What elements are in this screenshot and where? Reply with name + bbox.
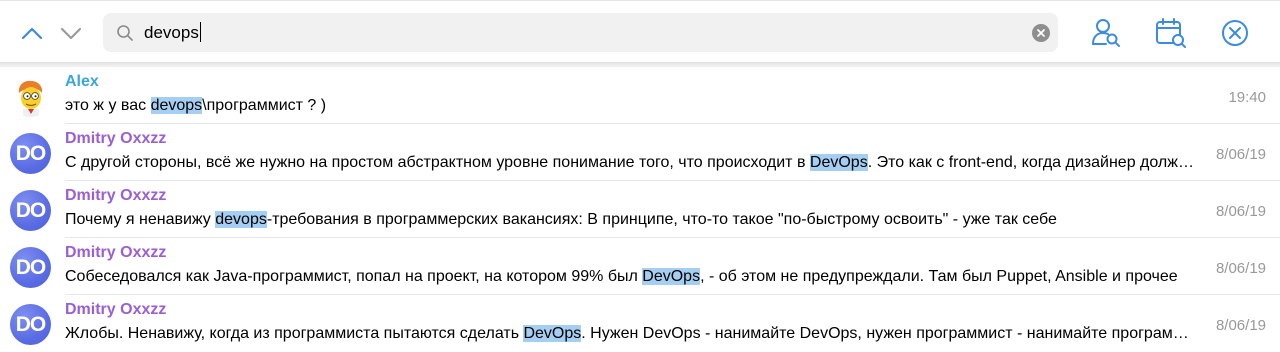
clear-icon <box>1037 29 1045 37</box>
avatar: DO <box>10 190 51 231</box>
search-by-date-button[interactable] <box>1153 15 1189 51</box>
search-toolbar: devops <box>0 0 1280 63</box>
close-icon <box>1222 20 1248 46</box>
close-search-button[interactable] <box>1217 15 1253 51</box>
message-date: 8/06/19 <box>1215 203 1266 220</box>
message-date: 8/06/19 <box>1215 317 1266 334</box>
snippet-text: . Это как с front-end, когда дизайнер до… <box>867 154 1198 171</box>
message-date: 8/06/19 <box>1215 146 1266 163</box>
search-result-row[interactable]: DO Dmitry Oxxzz Жлобы. Ненавижу, когда и… <box>0 295 1280 352</box>
sender-name: Dmitry Oxxzz <box>65 244 167 261</box>
avatar: DO <box>10 304 51 345</box>
chevron-up-icon <box>21 27 43 40</box>
search-match-highlight: DevOps <box>642 268 701 285</box>
search-by-user-icon <box>1092 19 1120 47</box>
message-snippet: Жлобы. Ненавижу, когда из программиста п… <box>65 323 1198 345</box>
chevron-down-icon <box>60 27 82 40</box>
snippet-text: Почему я ненавижу <box>65 211 216 228</box>
search-by-date-icon <box>1156 18 1186 48</box>
message-snippet: С другой стороны, всё же нужно на просто… <box>65 152 1198 174</box>
snippet-text: , - об этом не предупреждали. Там был Pu… <box>700 268 1178 285</box>
search-result-row[interactable]: DO Dmitry Oxxzz С другой стороны, всё же… <box>0 124 1280 181</box>
search-query-text[interactable]: devops <box>144 22 201 44</box>
sender-name: Dmitry Oxxzz <box>65 187 167 204</box>
avatar <box>10 76 51 117</box>
search-match-highlight: devops <box>150 97 203 114</box>
text-caret <box>199 22 201 42</box>
sender-name: Dmitry Oxxzz <box>65 130 167 147</box>
snippet-text: это ж у вас <box>65 97 151 114</box>
search-input[interactable]: devops <box>103 13 1058 52</box>
sender-name: Dmitry Oxxzz <box>65 301 167 318</box>
cartoon-avatar-icon <box>10 76 51 117</box>
search-result-row[interactable]: Alex это ж у вас devops\программист ? ) … <box>0 67 1280 124</box>
search-icon <box>117 25 133 41</box>
message-snippet: Почему я ненавижу devops-требования в пр… <box>65 209 1198 231</box>
message-snippet: это ж у вас devops\программист ? ) <box>65 95 1198 117</box>
message-time: 19:40 <box>1228 89 1266 106</box>
search-match-highlight: DevOps <box>523 325 582 342</box>
message-snippet: Собеседовался как Java-программист, попа… <box>65 266 1198 288</box>
search-match-highlight: devops <box>215 211 267 228</box>
avatar: DO <box>10 133 51 174</box>
clear-search-button[interactable] <box>1032 24 1050 42</box>
snippet-text: \программист ? ) <box>202 97 327 114</box>
search-result-row[interactable]: DO Dmitry Oxxzz Собеседовался как Java-п… <box>0 238 1280 295</box>
search-from-user-button[interactable] <box>1088 15 1124 51</box>
snippet-text: Собеседовался как Java-программист, попа… <box>65 268 643 285</box>
search-match-highlight: DevOps <box>809 154 868 171</box>
next-result-button[interactable] <box>58 21 84 45</box>
snippet-text: Жлобы. Ненавижу, когда из программиста п… <box>65 325 524 342</box>
previous-result-button[interactable] <box>19 21 45 45</box>
snippet-text: -требования в программерских вакансиях: … <box>266 211 1057 228</box>
message-date: 8/06/19 <box>1215 260 1266 277</box>
snippet-text: С другой стороны, всё же нужно на просто… <box>65 154 810 171</box>
snippet-text: . Нужен DevOps - нанимайте DevOps, нужен… <box>581 325 1198 342</box>
avatar: DO <box>10 247 51 288</box>
search-result-row[interactable]: DO Dmitry Oxxzz Почему я ненавижу devops… <box>0 181 1280 238</box>
sender-name: Alex <box>65 73 99 90</box>
